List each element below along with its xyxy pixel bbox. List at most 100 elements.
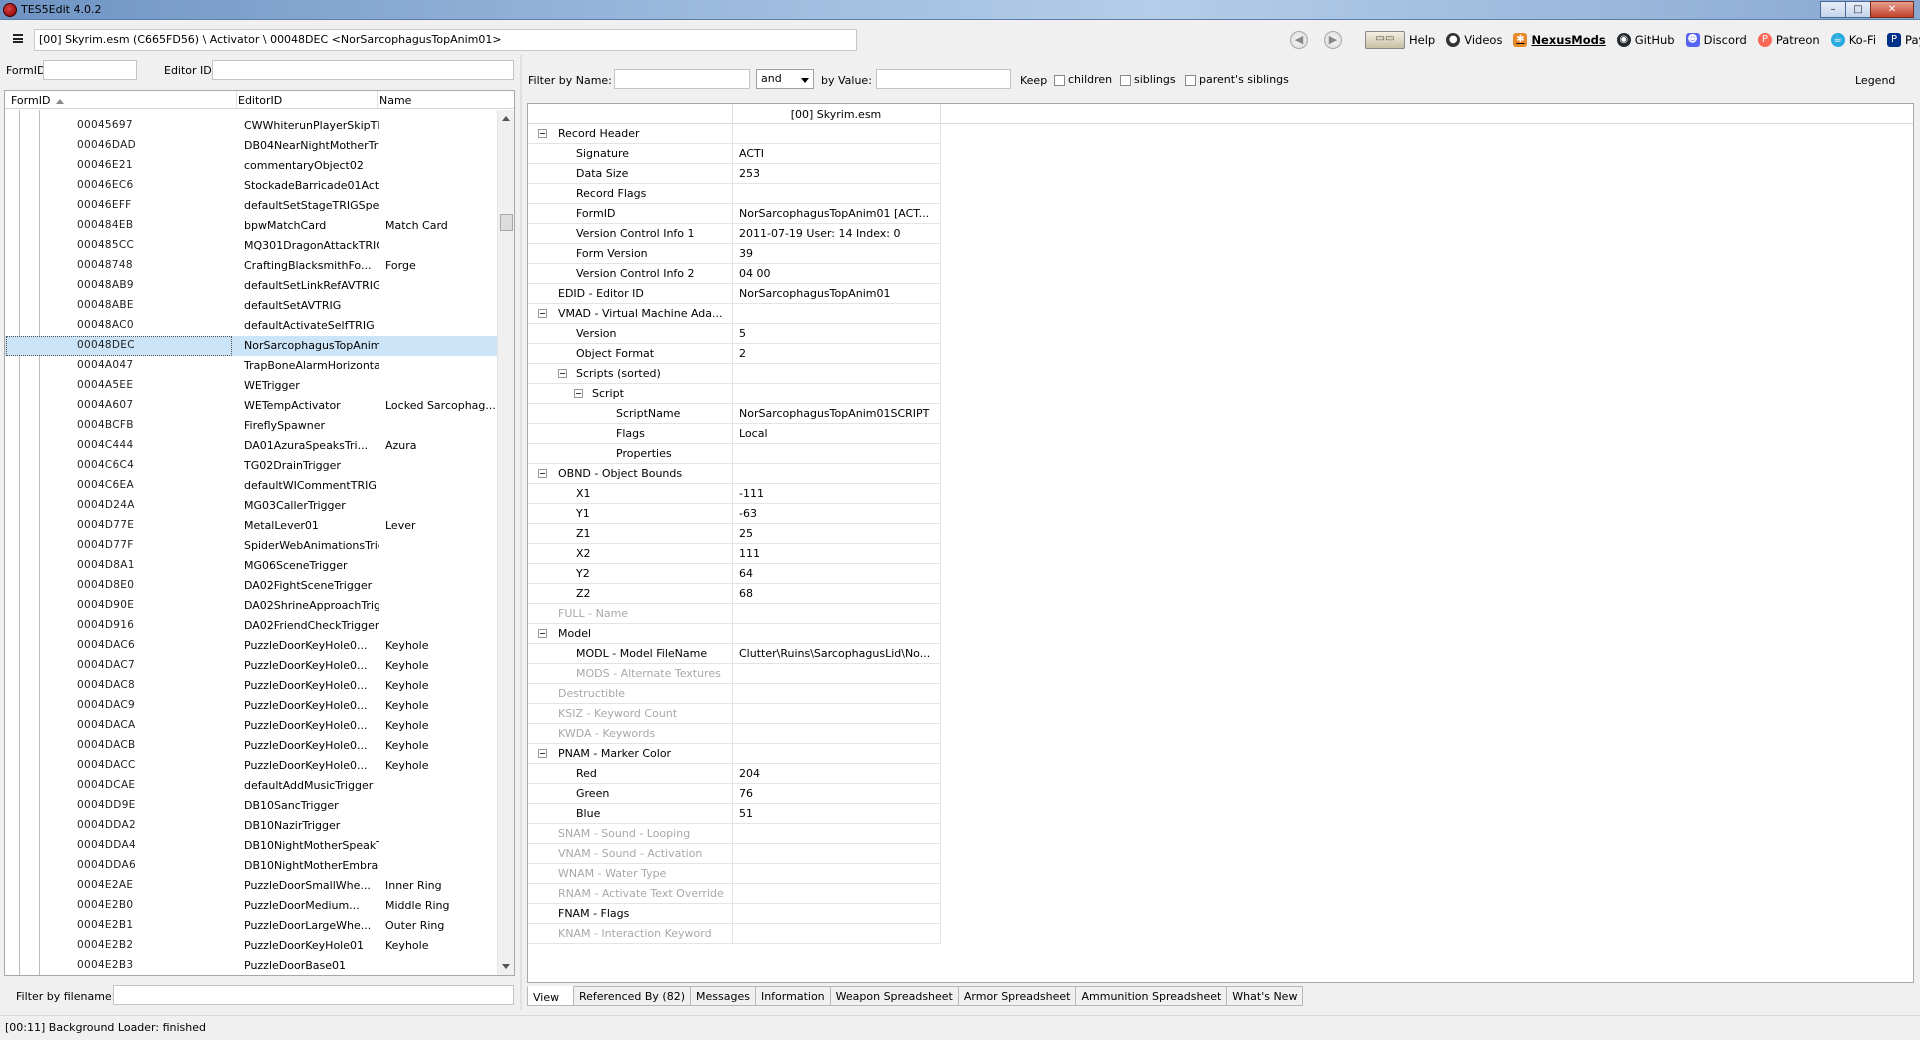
record-field-row[interactable]: Model: [528, 624, 940, 644]
record-field-row[interactable]: Z1 25: [528, 524, 940, 544]
record-field-row[interactable]: WNAM - Water Type: [528, 864, 940, 884]
record-field-row[interactable]: X1 -111: [528, 484, 940, 504]
patreon-link[interactable]: P Patreon: [1757, 33, 1820, 47]
field-value[interactable]: 204: [739, 767, 937, 780]
tab-messages[interactable]: Messages: [691, 986, 756, 1006]
record-field-row[interactable]: Record Header: [528, 124, 940, 144]
record-field-row[interactable]: VMAD - Virtual Machine Ada...: [528, 304, 940, 324]
filter-logic-select[interactable]: and: [756, 69, 814, 89]
field-value[interactable]: 5: [739, 327, 937, 340]
record-field-row[interactable]: KWDA - Keywords: [528, 724, 940, 744]
record-view[interactable]: [00] Skyrim.esm Record Header Signature AC…: [527, 103, 1914, 983]
table-row[interactable]: 0004A5EE WETrigger: [5, 376, 497, 396]
tree-scrollbar[interactable]: [497, 110, 514, 975]
record-path-field[interactable]: [00] Skyrim.esm (C665FD56) \ Activator \…: [34, 29, 857, 51]
collapse-icon[interactable]: [558, 369, 567, 378]
record-field-row[interactable]: Green 76: [528, 784, 940, 804]
table-row[interactable]: 00048748 CraftingBlacksmithFo... Forge: [5, 256, 497, 276]
field-value[interactable]: Local: [739, 427, 937, 440]
field-value[interactable]: 04 00: [739, 267, 937, 280]
record-tree[interactable]: FormID EditorID Name 00045697 CWWhiterunP…: [4, 90, 515, 976]
tab-weapon-spreadsheet[interactable]: Weapon Spreadsheet: [830, 986, 959, 1006]
record-field-row[interactable]: Version 5: [528, 324, 940, 344]
collapse-icon[interactable]: [538, 629, 547, 638]
column-header-editorid[interactable]: EditorID: [238, 94, 282, 107]
table-row[interactable]: 0004DCAE defaultAddMusicTrigger: [5, 776, 497, 796]
table-row[interactable]: 0004DACB PuzzleDoorKeyHole0... Keyhole: [5, 736, 497, 756]
record-field-row[interactable]: VNAM - Sound - Activation: [528, 844, 940, 864]
table-row[interactable]: 00048ABE defaultSetAVTRIG: [5, 296, 497, 316]
field-value[interactable]: 2: [739, 347, 937, 360]
table-row[interactable]: 0004DAC6 PuzzleDoorKeyHole0... Keyhole: [5, 636, 497, 656]
filter-filename-input[interactable]: [113, 985, 514, 1005]
scroll-down-icon[interactable]: [502, 964, 510, 969]
collapse-icon[interactable]: [538, 749, 547, 758]
table-row[interactable]: 0004E2AE PuzzleDoorSmallWhe... Inner Ring: [5, 876, 497, 896]
close-button[interactable]: ✕: [1870, 1, 1914, 18]
field-value[interactable]: 68: [739, 587, 937, 600]
table-row[interactable]: 00048AB9 defaultSetLinkRefAVTRIG: [5, 276, 497, 296]
field-value[interactable]: 51: [739, 807, 937, 820]
record-field-row[interactable]: RNAM - Activate Text Override: [528, 884, 940, 904]
table-row[interactable]: 0004D916 DA02FriendCheckTrigger: [5, 616, 497, 636]
record-field-row[interactable]: ScriptName NorSarcophagusTopAnim01SCRIPT: [528, 404, 940, 424]
table-row[interactable]: 0004D77F SpiderWebAnimationsTrigger: [5, 536, 497, 556]
table-row[interactable]: 00046DAD DB04NearNightMotherTrigger: [5, 136, 497, 156]
forward-icon[interactable]: ▶: [1324, 31, 1342, 49]
record-field-row[interactable]: MODL - Model FileName Clutter\Ruins\Sarco…: [528, 644, 940, 664]
menu-icon[interactable]: [13, 34, 23, 43]
table-row[interactable]: 0004DDA4 DB10NightMotherSpeakTrigger: [5, 836, 497, 856]
table-row[interactable]: 0004D77E MetalLever01 Lever: [5, 516, 497, 536]
back-icon[interactable]: ◀: [1290, 31, 1308, 49]
record-field-row[interactable]: Record Flags: [528, 184, 940, 204]
help-link[interactable]: ▭▭ Help: [1365, 31, 1435, 49]
record-field-row[interactable]: Object Format 2: [528, 344, 940, 364]
record-field-row[interactable]: Version Control Info 1 2011-07-19 User: 1…: [528, 224, 940, 244]
record-field-row[interactable]: MODS - Alternate Textures: [528, 664, 940, 684]
table-row[interactable]: 0004C6C4 TG02DrainTrigger: [5, 456, 497, 476]
table-row[interactable]: 0004D8A1 MG06SceneTrigger: [5, 556, 497, 576]
field-value[interactable]: 39: [739, 247, 937, 260]
field-value[interactable]: ACTI: [739, 147, 937, 160]
record-field-row[interactable]: Blue 51: [528, 804, 940, 824]
field-value[interactable]: NorSarcophagusTopAnim01: [739, 287, 937, 300]
table-row[interactable]: 0004A607 WETempActivator Locked Sarcophag.…: [5, 396, 497, 416]
filter-name-input[interactable]: [614, 69, 750, 89]
table-row[interactable]: 0004DAC8 PuzzleDoorKeyHole0... Keyhole: [5, 676, 497, 696]
record-field-row[interactable]: PNAM - Marker Color: [528, 744, 940, 764]
table-row[interactable]: 0004DACA PuzzleDoorKeyHole0... Keyhole: [5, 716, 497, 736]
field-value[interactable]: Clutter\Ruins\SarcophagusLid\No...: [739, 647, 937, 660]
record-field-row[interactable]: Data Size 253: [528, 164, 940, 184]
record-field-row[interactable]: OBND - Object Bounds: [528, 464, 940, 484]
collapse-icon[interactable]: [538, 129, 547, 138]
field-value[interactable]: -63: [739, 507, 937, 520]
paypal-link[interactable]: P PayPal: [1887, 33, 1920, 47]
selected-table-row[interactable]: 00048DEC NorSarcophagusTopAnim01: [5, 336, 497, 356]
table-row[interactable]: 00048AC0 defaultActivateSelfTRIG: [5, 316, 497, 336]
nexusmods-link[interactable]: ✱ NexusMods: [1513, 33, 1606, 47]
record-field-row[interactable]: FNAM - Flags: [528, 904, 940, 924]
record-field-row[interactable]: Z2 68: [528, 584, 940, 604]
record-field-row[interactable]: Properties: [528, 444, 940, 464]
record-field-row[interactable]: FULL - Name: [528, 604, 940, 624]
field-value[interactable]: 76: [739, 787, 937, 800]
editorid-input[interactable]: [212, 60, 514, 80]
scroll-thumb[interactable]: [500, 214, 513, 231]
filter-value-input[interactable]: [876, 69, 1011, 89]
field-value[interactable]: 2011-07-19 User: 14 Index: 0: [739, 227, 937, 240]
record-field-row[interactable]: X2 111: [528, 544, 940, 564]
collapse-icon[interactable]: [574, 389, 583, 398]
record-field-row[interactable]: Version Control Info 2 04 00: [528, 264, 940, 284]
table-row[interactable]: 000484EB bpwMatchCard Match Card: [5, 216, 497, 236]
maximize-button[interactable]: □: [1845, 1, 1871, 18]
table-row[interactable]: 0004C6EA defaultWICommentTRIG: [5, 476, 497, 496]
tab-view[interactable]: View: [527, 986, 574, 1006]
table-row[interactable]: 0004E2B1 PuzzleDoorLargeWhe... Outer Ring: [5, 916, 497, 936]
discord-link[interactable]: ☻ Discord: [1685, 33, 1747, 47]
record-field-row[interactable]: Destructible: [528, 684, 940, 704]
table-row[interactable]: 0004D90E DA02ShrineApproachTrigger: [5, 596, 497, 616]
table-row[interactable]: 0004E2B2 PuzzleDoorKeyHole01 Keyhole: [5, 936, 497, 956]
field-value[interactable]: -111: [739, 487, 937, 500]
record-field-row[interactable]: Form Version 39: [528, 244, 940, 264]
field-value[interactable]: 64: [739, 567, 937, 580]
